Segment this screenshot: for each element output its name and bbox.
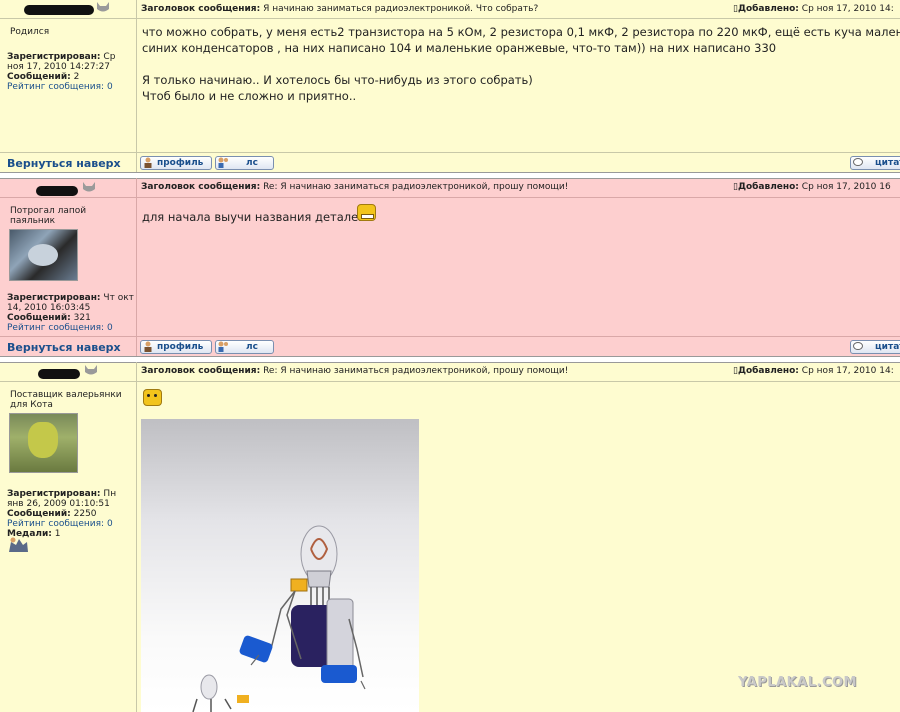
pm-button[interactable]: лс <box>215 340 274 354</box>
back-to-top-link[interactable]: Вернуться наверх <box>7 341 121 354</box>
profile-button[interactable]: профиль <box>140 340 212 354</box>
body-line: что можно собрать, у меня есть2 транзист… <box>142 25 900 39</box>
post-3 <box>0 362 900 712</box>
pm-button[interactable]: лс <box>215 156 274 170</box>
medal-icon <box>9 537 28 552</box>
body-line: Чтоб было и не сложно и приятно.. <box>142 89 357 103</box>
watermark: YAPLAKAL.COM <box>738 675 857 690</box>
avatar-cat-shape <box>28 244 58 266</box>
post-date: ▯Добавлено: Ср ноя 17, 2010 16 <box>733 182 891 192</box>
divider <box>0 336 900 337</box>
back-to-top-link[interactable]: Вернуться наверх <box>7 157 121 170</box>
user-title: Потрогал лапой паяльник <box>10 206 87 226</box>
post-header: Заголовок сообщения: Re: Я начинаю заним… <box>141 366 731 376</box>
quote-button[interactable]: цитата <box>850 156 900 170</box>
divider <box>0 178 900 179</box>
post-date: ▯Добавлено: Ср ноя 17, 2010 14: <box>733 4 894 14</box>
user-title: Родился <box>10 27 50 37</box>
registered-label: Зарегистрирован: <box>7 489 101 499</box>
post-title: Re: Я начинаю заниматься радиоэлектроник… <box>263 182 569 192</box>
post-body: что можно собрать, у меня есть2 транзист… <box>142 24 900 104</box>
rating-value: 0 <box>106 82 113 92</box>
rating-value: 0 <box>106 519 113 529</box>
post-2 <box>0 178 900 356</box>
divider <box>136 362 137 712</box>
author-nickname-redacted[interactable] <box>36 186 78 196</box>
quote-icon <box>853 158 863 166</box>
avatar <box>9 413 78 473</box>
divider <box>136 0 137 172</box>
divider <box>136 178 137 356</box>
divider <box>0 172 900 173</box>
post-title: Re: Я начинаю заниматься радиоэлектроник… <box>263 366 569 376</box>
divider <box>0 362 900 363</box>
post-date: ▯Добавлено: Ср ноя 17, 2010 14: <box>733 366 894 376</box>
rating-label[interactable]: Рейтинг сообщения: <box>7 323 104 333</box>
header-label: Заголовок сообщения: <box>141 4 261 14</box>
author-nickname-redacted[interactable] <box>24 5 94 15</box>
profile-button[interactable]: профиль <box>140 156 212 170</box>
robot-figure <box>192 525 366 712</box>
medals-count: 1 <box>54 529 61 539</box>
user-title: Поставщик валерьянки для Кота <box>10 390 122 410</box>
body-line <box>142 56 900 72</box>
post-header: Заголовок сообщения: Я начинаю заниматьс… <box>141 4 731 14</box>
avatar <box>9 229 78 281</box>
profile-icon <box>144 341 152 352</box>
registered-label: Зарегистрирован: <box>7 52 101 62</box>
messages-label: Сообщений: <box>7 509 71 519</box>
rating-value: 0 <box>106 323 113 333</box>
messages-count: 2250 <box>73 509 97 519</box>
rating-label[interactable]: Рейтинг сообщения: <box>7 82 104 92</box>
avatar-cat-toy-shape <box>28 422 58 458</box>
user-info: Зарегистрирован: Ср ноя 17, 2010 14:27:2… <box>7 52 135 92</box>
divider <box>0 197 900 198</box>
user-info: Зарегистрирован: Пн янв 26, 2009 01:10:5… <box>7 489 135 539</box>
cat-icon <box>85 365 97 375</box>
author-nickname-redacted[interactable] <box>38 369 80 379</box>
post-title: Я начинаю заниматься радиоэлектроникой. … <box>263 4 539 14</box>
users-icon <box>218 157 228 168</box>
users-icon <box>218 341 228 352</box>
cat-icon <box>83 182 95 192</box>
cat-smiley-icon <box>143 389 162 406</box>
quote-button[interactable]: цитата <box>850 340 900 354</box>
post-body: для начала выучи названия деталей <box>142 210 366 224</box>
body-line: синих конденсаторов , на них написано 10… <box>142 41 777 55</box>
cat-icon <box>97 2 109 12</box>
messages-label: Сообщений: <box>7 313 71 323</box>
header-label: Заголовок сообщения: <box>141 182 261 192</box>
rating-label[interactable]: Рейтинг сообщения: <box>7 519 104 529</box>
quote-icon <box>853 342 863 350</box>
post-header: Заголовок сообщения: Re: Я начинаю заним… <box>141 182 731 192</box>
registered-label: Зарегистрирован: <box>7 293 101 303</box>
messages-label: Сообщений: <box>7 72 71 82</box>
header-label: Заголовок сообщения: <box>141 366 261 376</box>
messages-count: 321 <box>73 313 91 323</box>
divider <box>0 381 900 382</box>
user-info: Зарегистрирован: Чт окт 14, 2010 16:03:4… <box>7 293 135 333</box>
grin-smiley-icon <box>357 204 376 221</box>
divider <box>0 152 900 153</box>
divider <box>0 18 900 19</box>
post-image <box>141 419 419 712</box>
body-line: Я только начинаю.. И хотелось бы что-ниб… <box>142 73 533 87</box>
profile-icon <box>144 157 152 168</box>
messages-count: 2 <box>73 72 80 82</box>
divider <box>0 356 900 357</box>
